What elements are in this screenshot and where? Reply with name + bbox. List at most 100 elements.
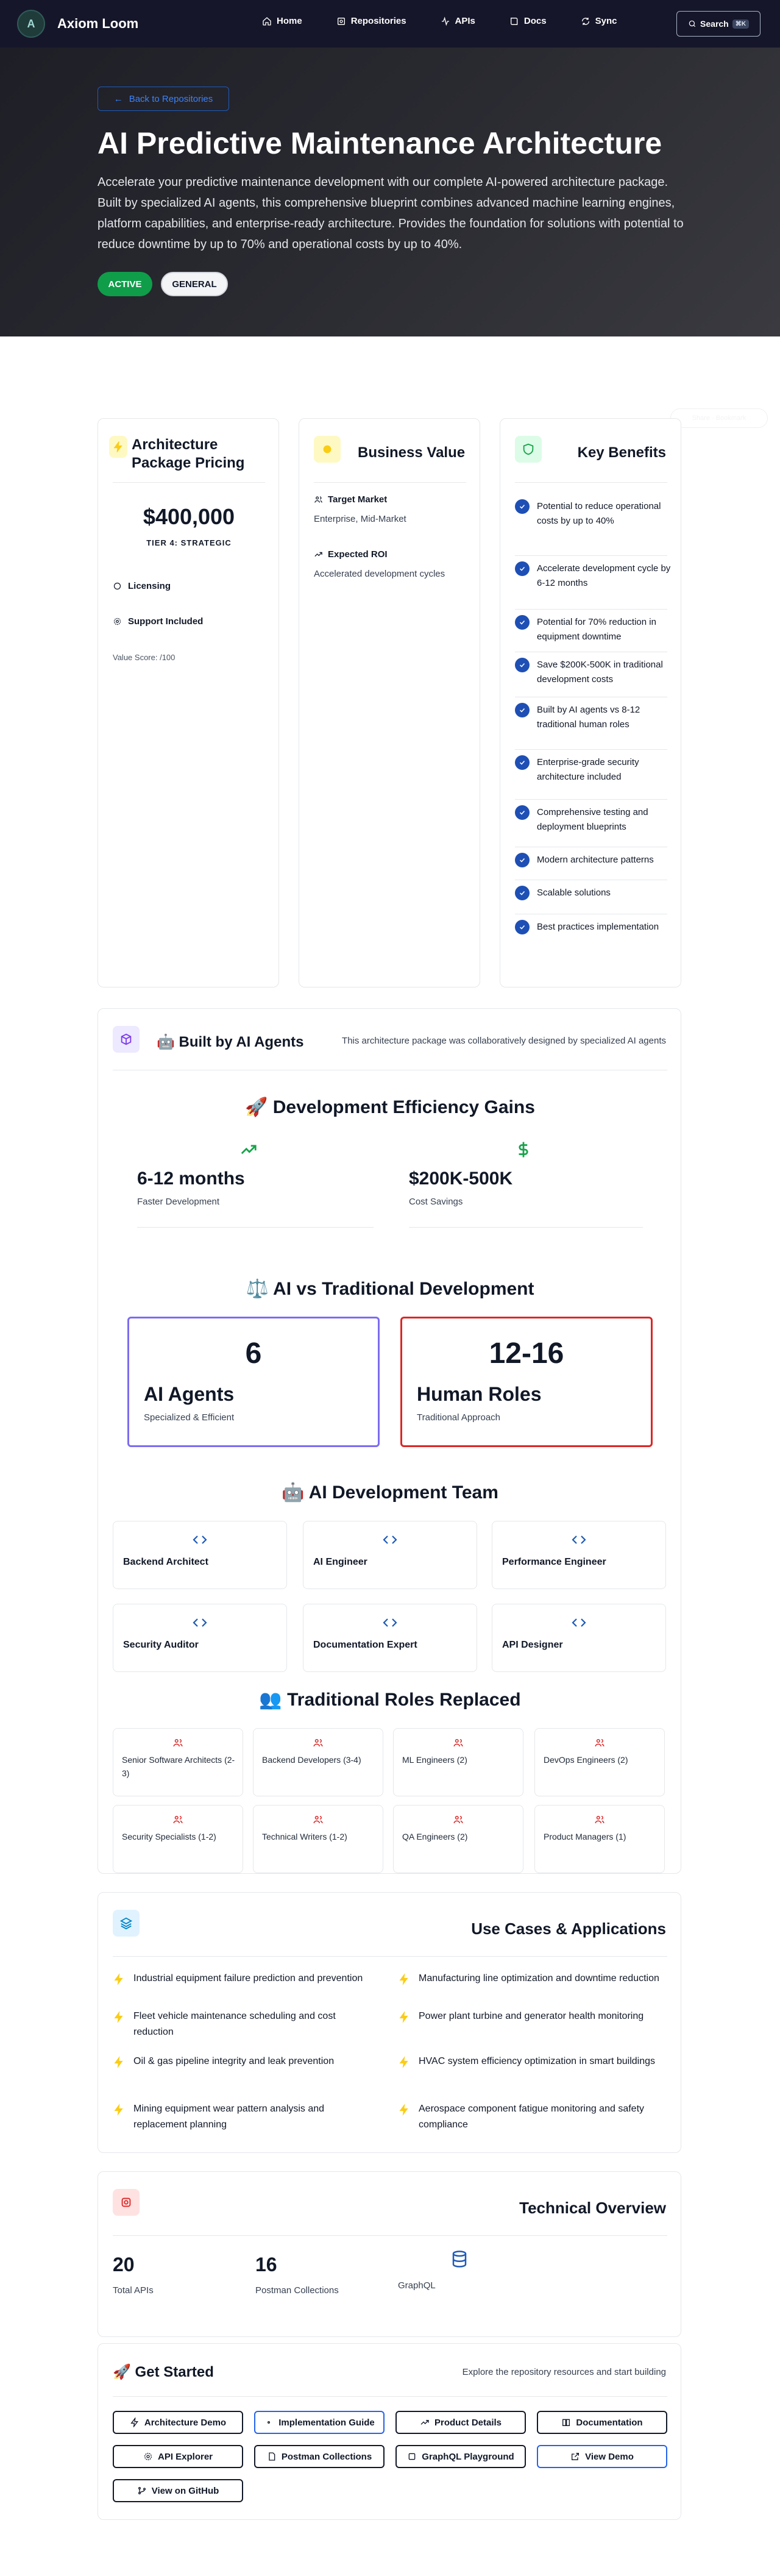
button-label: View on GitHub (151, 2485, 219, 2496)
view-on-github-button[interactable]: View on GitHub (113, 2479, 243, 2502)
back-to-repositories-button[interactable]: ← Back to Repositories (98, 87, 229, 111)
use-case-item: Fleet vehicle maintenance scheduling and… (113, 2008, 375, 2040)
get-started-title: 🚀 Get Started (113, 2364, 214, 2380)
support-label: Support Included (128, 616, 204, 627)
benefit-text: Modern architecture patterns (537, 855, 654, 865)
floating-actions[interactable]: Share · Bookmark (670, 408, 768, 428)
api-explorer-button[interactable]: API Explorer (113, 2445, 243, 2468)
replaced-role-card: Senior Software Architects (2-3) (113, 1728, 243, 1796)
role-name: DevOps Engineers (2) (544, 1755, 628, 1765)
page-description: Accelerate your predictive maintenance d… (98, 176, 684, 251)
postman-collections-button[interactable]: Postman Collections (254, 2445, 385, 2468)
shield-icon (515, 436, 542, 463)
check-circle-icon (515, 615, 530, 630)
nav-item-sync[interactable]: Sync (581, 16, 617, 26)
trending-up-icon (239, 1140, 258, 1162)
code-icon (303, 1532, 477, 1550)
product-details-button[interactable]: Product Details (395, 2411, 526, 2434)
search-button[interactable]: Search ⌘K (676, 11, 760, 37)
nav-item-docs[interactable]: Docs (509, 16, 547, 26)
ai-agents-label: AI Agents (144, 1383, 235, 1405)
code-icon (113, 1615, 286, 1633)
gear-icon (144, 2453, 152, 2460)
book-icon (510, 17, 518, 25)
team-member-card[interactable]: API Designer (492, 1604, 666, 1672)
graphql-playground-button[interactable]: GraphQL Playground (395, 2445, 526, 2468)
lightning-icon (109, 436, 127, 458)
users-icon (314, 496, 322, 503)
role-name: Security Specialists (1-2) (122, 1832, 216, 1841)
sun-icon (314, 436, 341, 463)
postman-value: 16 (255, 2254, 277, 2275)
benefit-item: Potential for 70% reduction in equipment… (515, 615, 671, 644)
benefit-text: Scalable solutions (537, 888, 611, 898)
button-label: Postman Collections (281, 2451, 372, 2462)
implementation-guide-button[interactable]: Implementation Guide (254, 2411, 385, 2434)
expected-roi-value: Accelerated development cycles (314, 569, 445, 579)
button-label: View Demo (585, 2451, 634, 2462)
top-nav: A Axiom Loom Home Repositories APIs Docs… (0, 0, 780, 48)
benefit-text: Comprehensive testing and deployment blu… (537, 807, 648, 832)
search-shortcut: ⌘K (732, 19, 749, 29)
team-member-card[interactable]: Backend Architect (113, 1521, 287, 1589)
team-member-card[interactable]: Security Auditor (113, 1604, 287, 1672)
divider (515, 749, 667, 750)
use-case-text: Mining equipment wear pattern analysis a… (133, 2104, 325, 2130)
team-member-card[interactable]: AI Engineer (303, 1521, 477, 1589)
benefit-text: Save $200K-500K in traditional developme… (537, 660, 663, 685)
view-demo-button[interactable]: View Demo (537, 2445, 667, 2468)
nav-item-home[interactable]: Home (262, 16, 302, 26)
replaced-role-card: Security Specialists (1-2) (113, 1805, 243, 1873)
lightning-icon (114, 2011, 123, 2023)
ai-agents-count: 6 (245, 1337, 262, 1370)
vs-title: ⚖️ AI vs Traditional Development (246, 1279, 534, 1299)
use-case-text: Aerospace component fatigue monitoring a… (419, 2104, 645, 2130)
nav-item-label: APIs (455, 16, 475, 26)
nav-item-apis[interactable]: APIs (441, 16, 475, 26)
external-link-icon (572, 2453, 580, 2460)
layers-icon (113, 1910, 140, 1937)
logo-icon[interactable]: A (17, 10, 45, 38)
check-circle-icon (515, 886, 530, 900)
category-badge: GENERAL (161, 272, 228, 296)
architecture-demo-button[interactable]: Architecture Demo (113, 2411, 243, 2434)
benefit-text: Enterprise-grade security architecture i… (537, 757, 639, 782)
divider (314, 482, 466, 483)
divider (113, 1956, 667, 1957)
key-benefits-title: Key Benefits (577, 444, 666, 461)
team-member-name: Documentation Expert (313, 1640, 417, 1650)
benefit-text: Accelerate development cycle by 6-12 mon… (537, 563, 671, 588)
team-member-card[interactable]: Documentation Expert (303, 1604, 477, 1672)
replaced-role-card: QA Engineers (2) (393, 1805, 523, 1873)
database-icon (450, 2250, 469, 2271)
nav-item-repositories[interactable]: Repositories (336, 16, 406, 26)
target-label-text: Target Market (328, 494, 388, 505)
divider (409, 1227, 643, 1228)
licensing-row[interactable]: Licensing (113, 581, 171, 591)
users-icon (254, 1814, 383, 1828)
team-member-name: Performance Engineer (502, 1557, 606, 1567)
technical-overview-title: Technical Overview (519, 2199, 666, 2217)
team-member-name: Security Auditor (123, 1640, 199, 1650)
nav-links: Home Repositories APIs Docs Sync (262, 16, 651, 26)
documentation-button[interactable]: Documentation (537, 2411, 667, 2434)
team-title: 🤖 AI Development Team (282, 1482, 498, 1503)
replaced-role-card: Product Managers (1) (534, 1805, 665, 1873)
brand-name[interactable]: Axiom Loom (57, 16, 138, 32)
cube-icon (113, 1026, 140, 1053)
divider (515, 555, 667, 556)
divider (113, 2235, 667, 2236)
team-member-name: AI Engineer (313, 1557, 367, 1567)
dollar-icon (514, 1140, 533, 1162)
role-name: Backend Developers (3-4) (262, 1755, 361, 1765)
role-name: QA Engineers (2) (402, 1832, 468, 1841)
business-value-card: Business Value Target Market Enterprise,… (299, 418, 480, 987)
postman-label: Postman Collections (255, 2285, 339, 2296)
tier-label: TIER 4: STRATEGIC (146, 538, 232, 547)
lightning-icon (399, 1973, 408, 1985)
value-score: Value Score: /100 (113, 653, 176, 662)
efficiency-label: Faster Development (137, 1197, 220, 1207)
team-member-card[interactable]: Performance Engineer (492, 1521, 666, 1589)
expected-roi-label: Expected ROI (314, 549, 388, 560)
button-label: Documentation (576, 2417, 643, 2428)
